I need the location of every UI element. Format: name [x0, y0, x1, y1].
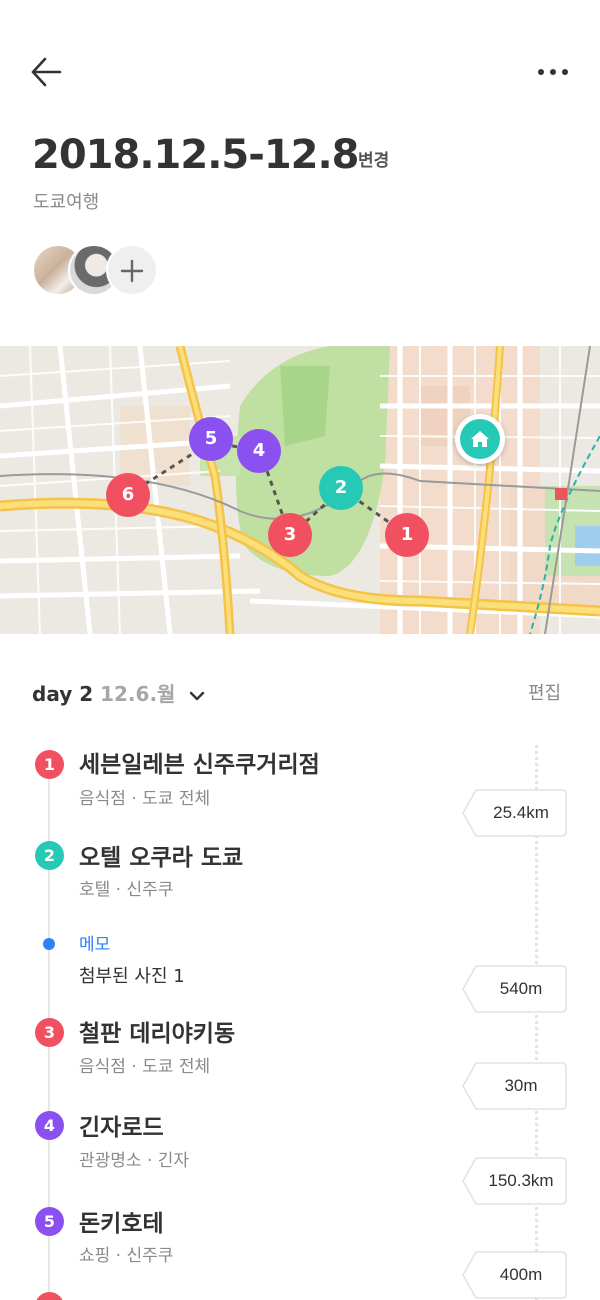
home-icon	[471, 431, 489, 447]
back-button[interactable]	[28, 54, 68, 90]
stop-number-badge: 5	[35, 1207, 64, 1236]
route-map[interactable]: 1 2 3 4 5 6	[0, 346, 600, 634]
distance-value: 150.3km	[488, 1171, 554, 1190]
stop-name[interactable]: 세븐일레븐 신주쿠거리점	[79, 745, 320, 779]
home-marker[interactable]	[455, 414, 505, 464]
list-item[interactable]: 2 오텔 오쿠라 도쿄 호텔 · 신주쿠	[0, 838, 600, 908]
memo-dot	[43, 938, 55, 950]
day-label: day 2	[32, 682, 94, 706]
stop-number-badge	[35, 1292, 64, 1300]
stop-name[interactable]: 긴자로드	[79, 1108, 164, 1142]
map-marker-1[interactable]: 1	[385, 513, 429, 557]
map-marker-3[interactable]: 3	[268, 513, 312, 557]
memo-label[interactable]: 메모	[79, 930, 110, 955]
map-marker-5[interactable]: 5	[189, 417, 233, 461]
distance-pill[interactable]: 400m	[462, 1251, 567, 1299]
distance-value: 400m	[499, 1265, 543, 1284]
more-horizontal-icon	[538, 69, 568, 75]
stop-category: 쇼핑 · 신주쿠	[79, 1246, 174, 1266]
stop-name[interactable]: 철판 데리야키동	[79, 1014, 235, 1048]
distance-pill[interactable]: 150.3km	[462, 1157, 567, 1205]
distance-pill[interactable]: 30m	[462, 1062, 567, 1110]
companion-avatars	[32, 244, 162, 296]
day-date: 12.6.월	[100, 682, 176, 706]
distance-value: 30m	[504, 1076, 538, 1095]
stop-category: 음식점 · 도쿄 전체	[79, 1057, 211, 1077]
stop-category: 관광명소 · 긴자	[79, 1151, 190, 1171]
day-selector[interactable]: day 2 12.6.월	[32, 678, 206, 707]
stop-name[interactable]: 돈키호테	[79, 1204, 164, 1238]
distance-pill[interactable]: 540m	[462, 965, 567, 1013]
route-overlay	[127, 440, 408, 539]
add-companion-button[interactable]	[106, 244, 158, 296]
plus-icon	[120, 259, 144, 283]
stop-number-badge: 2	[35, 841, 64, 870]
distance-value: 540m	[499, 979, 543, 998]
stop-category: 호텔 · 신주쿠	[79, 880, 174, 900]
map-marker-2[interactable]: 2	[319, 466, 363, 510]
top-bar	[0, 0, 600, 140]
more-button[interactable]	[530, 58, 578, 86]
edit-button[interactable]: 편집	[528, 679, 561, 705]
trip-name: 도쿄여행	[33, 192, 100, 213]
stop-name[interactable]: 오텔 오쿠라 도쿄	[79, 838, 243, 872]
distance-value: 25.4km	[493, 803, 549, 822]
stop-number-badge: 1	[35, 750, 64, 779]
memo-text[interactable]: 첨부된 사진 1	[79, 962, 185, 988]
map-marker-6[interactable]: 6	[106, 473, 150, 517]
distance-pill[interactable]: 25.4km	[462, 789, 567, 837]
trip-date-range: 2018.12.5-12.8	[32, 132, 360, 178]
map-marker-4[interactable]: 4	[237, 429, 281, 473]
chevron-down-icon	[190, 691, 205, 700]
change-date-button[interactable]: 변경	[358, 146, 389, 171]
stop-number-badge: 3	[35, 1018, 64, 1047]
stop-category: 음식점 · 도쿄 전체	[79, 789, 211, 809]
stop-number-badge: 4	[35, 1111, 64, 1140]
arrow-left-icon	[31, 57, 62, 87]
